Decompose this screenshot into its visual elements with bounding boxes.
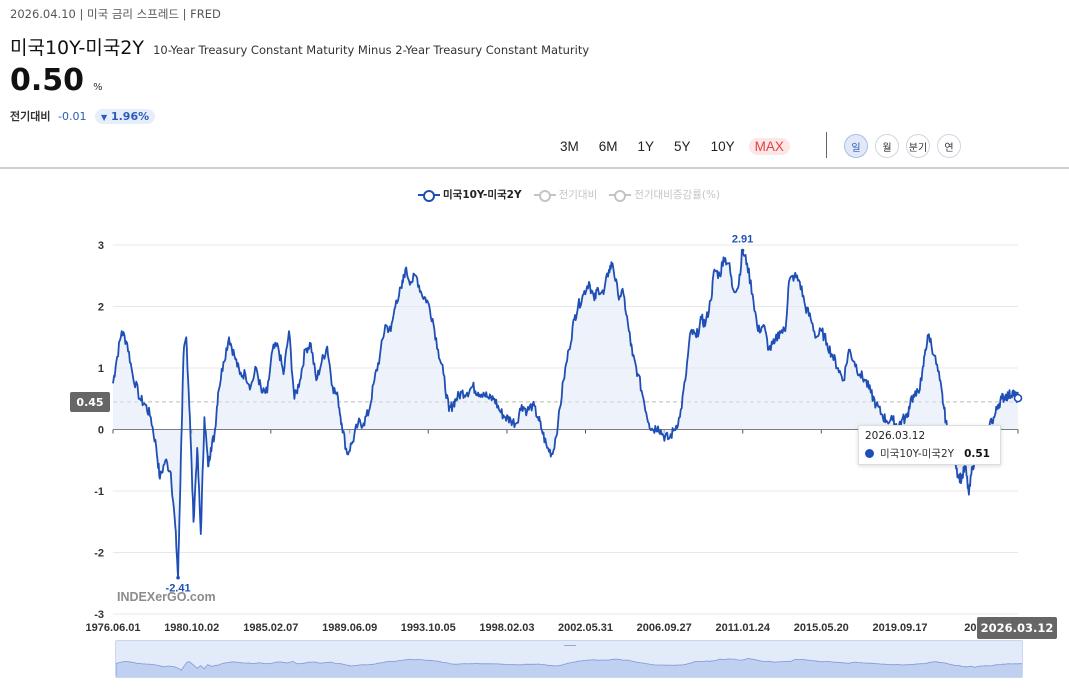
- tooltip-row: 미국10Y-미국2Y 0.51: [865, 446, 994, 461]
- range-button-max[interactable]: MAX: [748, 137, 790, 155]
- chart-tooltip: 2026.03.12 미국10Y-미국2Y 0.51: [858, 425, 1001, 465]
- page-subtitle: 10-Year Treasury Constant Maturity Minus…: [153, 43, 590, 57]
- change-value: -0.01: [57, 110, 87, 123]
- x-crosshair-flag: 2026.03.12: [977, 617, 1057, 639]
- annotation-point: [176, 575, 180, 580]
- y-tick-label: 1: [98, 363, 104, 375]
- x-tick-label: 1989.06.09: [322, 622, 377, 634]
- period-button-3[interactable]: 연: [937, 134, 961, 158]
- period-selector: 일 월 분기 연: [844, 134, 968, 158]
- legend-item-2[interactable]: 전기대비증감률(%): [609, 187, 720, 202]
- navigator-handle[interactable]: [564, 641, 576, 646]
- chart-legend: 미국10Y-미국2Y 전기대비 전기대비증감률(%): [418, 187, 732, 202]
- x-tick-label: 1993.10.05: [401, 622, 456, 634]
- legend-item-1[interactable]: 전기대비: [533, 187, 598, 202]
- x-tick-label: 2019.09.17: [872, 622, 927, 634]
- title-row: 미국10Y-미국2Y 10-Year Treasury Constant Mat…: [10, 33, 589, 60]
- header-divider: [0, 167, 1069, 169]
- current-value: 0.50: [10, 63, 85, 98]
- annotation-point: [740, 248, 745, 253]
- watermark: INDEXerGO.com: [117, 590, 216, 604]
- period-button-1[interactable]: 월: [875, 134, 899, 158]
- x-tick-label: 1998.02.03: [479, 622, 534, 634]
- tooltip-series-name: 미국10Y-미국2Y: [880, 448, 955, 460]
- x-tick-label: 2011.01.24: [716, 622, 771, 634]
- x-tick-label: 1980.10.02: [164, 622, 219, 634]
- y-crosshair-flag: 0.45: [70, 392, 110, 412]
- annotation-label: 2.91: [732, 234, 753, 246]
- y-tick-label: 2: [98, 302, 104, 314]
- change-percent-badge: ▼ 1.96%: [94, 109, 156, 124]
- legend-label: 전기대비: [558, 189, 598, 201]
- navigator-series: [116, 658, 1022, 677]
- tooltip-value: 0.51: [964, 447, 990, 460]
- range-button-5y[interactable]: 5Y: [674, 139, 691, 154]
- y-tick-label: 0: [98, 425, 104, 437]
- legend-marker-icon: [533, 189, 556, 202]
- series-end-marker: [1013, 393, 1023, 403]
- value-unit: %: [93, 82, 103, 93]
- navigator-preview: [116, 658, 1022, 677]
- change-percent: 1.96%: [110, 110, 150, 123]
- series-dot-icon: [865, 449, 874, 458]
- legend-item-0[interactable]: 미국10Y-미국2Y: [418, 187, 522, 202]
- x-tick-label: 1976.06.01: [85, 622, 140, 634]
- tooltip-date: 2026.03.12: [865, 430, 926, 442]
- x-tick-label: 2006.09.27: [637, 622, 692, 634]
- period-button-2[interactable]: 분기: [906, 134, 930, 158]
- change-label: 전기대비: [10, 110, 51, 123]
- range-navigator[interactable]: [115, 640, 1023, 678]
- legend-marker-icon: [418, 189, 440, 202]
- toolbar-divider: [826, 132, 827, 158]
- range-button-3m[interactable]: 3M: [560, 139, 579, 154]
- change-row: 전기대비 -0.01 ▼ 1.96%: [10, 108, 156, 124]
- y-tick-label: -2: [94, 548, 104, 560]
- period-button-0[interactable]: 일: [844, 134, 868, 158]
- range-button-10y[interactable]: 10Y: [711, 139, 735, 154]
- legend-label: 전기대비증감률(%): [634, 189, 721, 201]
- legend-marker-icon: [609, 189, 632, 202]
- x-tick-label: 2002.05.31: [558, 622, 613, 634]
- x-tick-label: 1985.02.07: [243, 622, 298, 634]
- down-arrow-icon: ▼: [100, 113, 108, 122]
- page-meta: 2026.04.10 | 미국 금리 스프레드 | FRED: [10, 7, 221, 21]
- x-tick-label: 2015.05.20: [794, 622, 849, 634]
- range-selector: 3M 6M 1Y 5Y 10Y MAX: [560, 136, 810, 156]
- range-button-1y[interactable]: 1Y: [638, 139, 655, 154]
- current-value-row: 0.50 %: [10, 63, 103, 98]
- legend-label: 미국10Y-미국2Y: [443, 189, 522, 201]
- page-title: 미국10Y-미국2Y: [10, 37, 144, 59]
- y-tick-label: 3: [98, 240, 104, 252]
- y-tick-label: -1: [94, 486, 104, 498]
- y-tick-label: -3: [94, 609, 104, 621]
- range-button-6m[interactable]: 6M: [599, 139, 618, 154]
